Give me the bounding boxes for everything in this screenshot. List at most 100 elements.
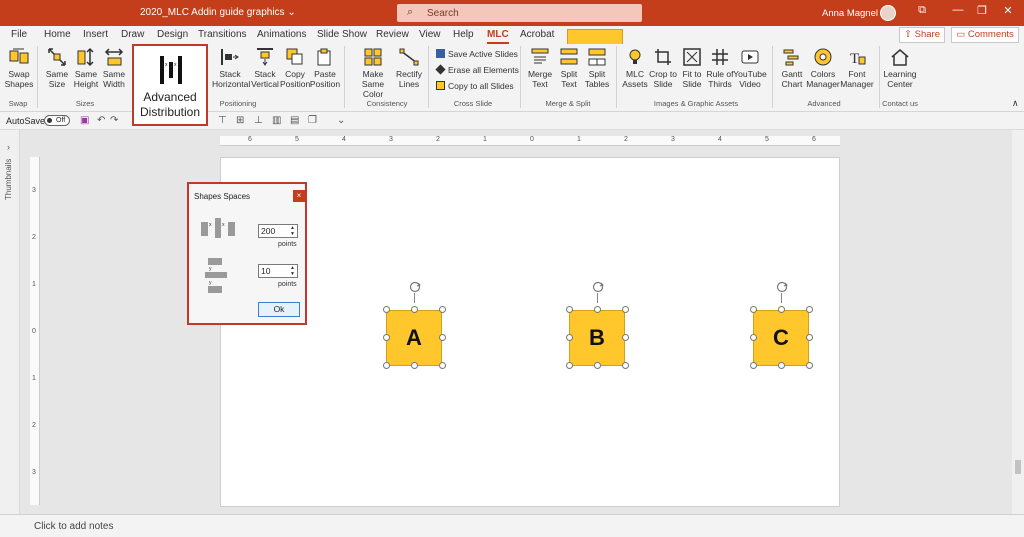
- copy-to-all-slides-button[interactable]: Copy to all Slides: [436, 81, 514, 91]
- tab-help[interactable]: Help: [453, 29, 474, 40]
- rotate-handle-icon[interactable]: [776, 281, 788, 293]
- distribute-icon[interactable]: ▥: [272, 115, 281, 126]
- rotate-handle-icon[interactable]: [409, 281, 421, 293]
- tab-slide-show[interactable]: Slide Show: [317, 29, 367, 40]
- tab-view[interactable]: View: [419, 29, 441, 40]
- font-manager-button[interactable]: T Font Manager: [839, 47, 875, 89]
- expand-thumbnails-icon[interactable]: ›: [7, 142, 10, 152]
- rotate-handle-icon[interactable]: [592, 281, 604, 293]
- vertical-scrollbar[interactable]: [1012, 130, 1024, 514]
- resize-handle[interactable]: [750, 362, 757, 369]
- resize-handle[interactable]: [806, 334, 813, 341]
- resize-handle[interactable]: [439, 362, 446, 369]
- notes-pane[interactable]: Click to add notes: [0, 514, 1024, 537]
- close-button[interactable]: ✕: [998, 4, 1018, 17]
- group-icon[interactable]: ▤: [290, 115, 299, 126]
- horizontal-spacing-input[interactable]: 200 ▲ ▼: [258, 224, 298, 238]
- resize-handle[interactable]: [622, 334, 629, 341]
- resize-handle[interactable]: [566, 334, 573, 341]
- stack-horizontal-button[interactable]: Stack Horizontal: [212, 47, 250, 89]
- slide-canvas[interactable]: A B C: [220, 157, 840, 507]
- advanced-distribution-button[interactable]: x x Advanced Distribution: [132, 44, 208, 126]
- comments-button[interactable]: ▭ Comments: [951, 27, 1019, 43]
- shape-b[interactable]: B: [569, 310, 625, 366]
- resize-handle[interactable]: [806, 362, 813, 369]
- erase-all-elements-button[interactable]: Erase all Elements: [435, 64, 519, 75]
- colors-manager-button[interactable]: Colors Manager: [805, 47, 841, 89]
- collapse-ribbon-icon[interactable]: ∧: [1012, 98, 1019, 109]
- spinner-icon[interactable]: ▲ ▼: [289, 265, 296, 277]
- resize-handle[interactable]: [778, 306, 785, 313]
- undo-icon[interactable]: ↶: [97, 115, 105, 126]
- tab-transitions[interactable]: Transitions: [198, 29, 247, 40]
- customize-toolbar-icon[interactable]: ⌄: [337, 115, 345, 126]
- split-tables-button[interactable]: Split Tables: [583, 47, 611, 89]
- shape-a[interactable]: A: [386, 310, 442, 366]
- ribbon-display-icon[interactable]: ⧉: [912, 4, 932, 17]
- align-top-icon[interactable]: ⊤: [218, 115, 227, 126]
- resize-handle[interactable]: [594, 306, 601, 313]
- tab-acrobat[interactable]: Acrobat: [520, 29, 554, 40]
- resize-handle[interactable]: [566, 306, 573, 313]
- resize-handle[interactable]: [383, 306, 390, 313]
- resize-handle[interactable]: [594, 362, 601, 369]
- align-bottom-icon[interactable]: ⊥: [254, 115, 263, 126]
- same-size-button[interactable]: Same Size: [43, 47, 71, 89]
- tab-design[interactable]: Design: [157, 29, 188, 40]
- split-text-button[interactable]: Split Text: [555, 47, 583, 89]
- avatar[interactable]: [880, 5, 896, 21]
- redo-icon[interactable]: ↷: [110, 115, 118, 126]
- copy-position-button[interactable]: Copy Position: [280, 47, 310, 89]
- resize-handle[interactable]: [750, 306, 757, 313]
- crop-to-slide-button[interactable]: Crop to Slide: [649, 47, 677, 89]
- rectify-lines-button[interactable]: Rectify Lines: [395, 47, 423, 89]
- align-middle-icon[interactable]: ⊞: [236, 115, 244, 126]
- tab-animations[interactable]: Animations: [257, 29, 306, 40]
- restore-button[interactable]: ❐: [972, 4, 992, 17]
- make-same-color-button[interactable]: Make Same Color: [351, 47, 395, 99]
- resize-handle[interactable]: [622, 362, 629, 369]
- tab-mlc[interactable]: MLC: [487, 29, 509, 44]
- tab-file[interactable]: File: [11, 29, 27, 40]
- rule-of-thirds-button[interactable]: Rule of Thirds: [706, 47, 734, 89]
- ok-button[interactable]: Ok: [258, 302, 300, 317]
- resize-handle[interactable]: [750, 334, 757, 341]
- resize-handle[interactable]: [411, 362, 418, 369]
- same-width-button[interactable]: Same Width: [100, 47, 128, 89]
- user-name[interactable]: Anna Magnel: [822, 8, 878, 19]
- autosave-toggle[interactable]: Off: [44, 115, 70, 126]
- resize-handle[interactable]: [622, 306, 629, 313]
- mlc-assets-button[interactable]: MLC Assets: [621, 47, 649, 89]
- same-height-button[interactable]: Same Height: [71, 47, 101, 89]
- resize-handle[interactable]: [383, 362, 390, 369]
- swap-shapes-button[interactable]: Swap Shapes: [4, 47, 34, 89]
- save-icon[interactable]: ▣: [80, 115, 89, 126]
- tab-insert[interactable]: Insert: [83, 29, 108, 40]
- youtube-video-button[interactable]: YouTube Video: [733, 47, 767, 89]
- fit-to-slide-button[interactable]: Fit to Slide: [678, 47, 706, 89]
- resize-handle[interactable]: [383, 334, 390, 341]
- tab-draw[interactable]: Draw: [121, 29, 144, 40]
- shape-c[interactable]: C: [753, 310, 809, 366]
- stack-vertical-button[interactable]: Stack Vertical: [250, 47, 280, 89]
- paste-position-button[interactable]: Paste Position: [309, 47, 341, 89]
- search-box[interactable]: ⌕ Search: [397, 4, 642, 22]
- layer-icon[interactable]: ❐: [308, 115, 317, 126]
- share-button[interactable]: ⇧ Share: [899, 27, 945, 43]
- resize-handle[interactable]: [566, 362, 573, 369]
- resize-handle[interactable]: [806, 306, 813, 313]
- spinner-icon[interactable]: ▲ ▼: [289, 225, 296, 237]
- gantt-chart-button[interactable]: Gantt Chart: [778, 47, 806, 89]
- save-active-slides-button[interactable]: Save Active Slides: [436, 49, 518, 59]
- resize-handle[interactable]: [778, 362, 785, 369]
- minimize-button[interactable]: —: [948, 4, 968, 16]
- learning-center-button[interactable]: Learning Center: [882, 47, 918, 89]
- resize-handle[interactable]: [439, 306, 446, 313]
- tab-review[interactable]: Review: [376, 29, 409, 40]
- resize-handle[interactable]: [411, 306, 418, 313]
- vertical-spacing-input[interactable]: 10 ▲ ▼: [258, 264, 298, 278]
- dialog-close-button[interactable]: ×: [293, 190, 305, 202]
- resize-handle[interactable]: [439, 334, 446, 341]
- tab-home[interactable]: Home: [44, 29, 71, 40]
- merge-text-button[interactable]: Merge Text: [526, 47, 554, 89]
